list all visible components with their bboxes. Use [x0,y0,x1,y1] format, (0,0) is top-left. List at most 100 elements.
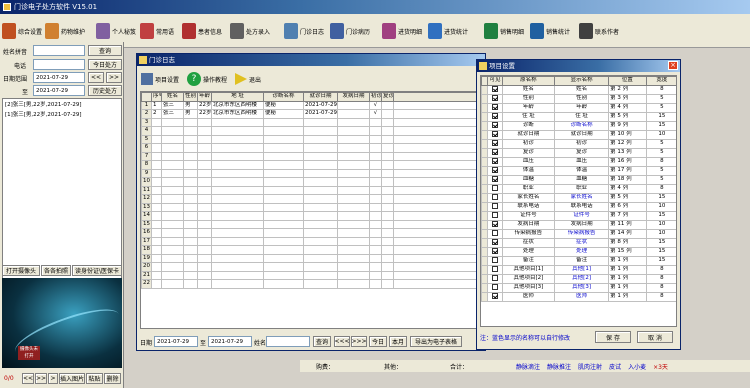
settings-row[interactable]: 体温 体温第 17 列5 [481,165,676,176]
table-cell[interactable] [263,202,304,212]
log-next-button[interactable]: >>> [351,336,367,347]
visible-checkbox[interactable] [492,284,499,290]
table-cell[interactable] [303,160,338,170]
settings-row[interactable]: 复诊 复诊第 13 列5 [481,147,676,158]
table-cell[interactable] [183,194,198,204]
log-month-button[interactable]: 本月 [389,336,407,347]
table-cell[interactable] [161,236,184,246]
toolbar-item-1[interactable]: 药物维护 [45,18,85,44]
visible-checkbox[interactable] [492,212,499,218]
table-cell[interactable] [381,151,394,161]
table-cell[interactable] [211,245,264,255]
table-cell[interactable] [337,262,370,272]
table-cell[interactable] [381,245,394,255]
table-cell[interactable] [161,160,184,170]
log-column-header[interactable]: 复诊 [381,92,394,102]
table-cell[interactable] [337,185,370,195]
position-cell[interactable]: 第 8 列 [608,237,647,248]
display-name-cell[interactable]: 证件号 [553,210,610,221]
visible-checkbox-cell[interactable] [487,201,503,212]
injection-link[interactable]: 静脉推注 [547,362,571,371]
position-cell[interactable]: 第 11 列 [608,219,647,230]
table-cell[interactable] [369,211,382,221]
position-cell[interactable]: 第 1 列 [608,291,647,302]
table-cell[interactable] [211,117,264,127]
table-cell[interactable] [151,279,162,289]
table-cell[interactable]: 2 [151,109,162,119]
table-cell[interactable] [381,270,394,280]
table-cell[interactable] [369,219,382,229]
table-cell[interactable] [381,168,394,178]
visible-checkbox-cell[interactable] [487,228,503,239]
table-cell[interactable] [183,185,198,195]
table-cell[interactable]: 22岁 [197,109,212,119]
table-cell[interactable] [381,177,394,187]
table-cell[interactable] [183,236,198,246]
visible-checkbox[interactable] [492,149,499,155]
table-cell[interactable] [381,228,394,238]
table-cell[interactable] [151,202,162,212]
table-cell[interactable] [151,236,162,246]
log-column-header[interactable]: 发病日期 [337,92,370,102]
table-cell[interactable] [211,134,264,144]
table-cell[interactable] [303,194,338,204]
visible-checkbox[interactable] [492,95,499,101]
table-cell[interactable] [263,228,304,238]
table-cell[interactable] [337,117,370,127]
visible-checkbox[interactable] [492,266,499,272]
read-id-card-button[interactable]: 读身份证\医保卡 [72,265,122,276]
table-row[interactable]: 7 [141,151,481,161]
table-row[interactable]: 5 [141,134,481,144]
table-cell[interactable] [211,228,264,238]
table-cell[interactable] [381,117,394,127]
injection-link[interactable]: 静脉滴注 [516,362,540,371]
history-prescription-button[interactable]: 历史处方 [88,85,122,96]
table-cell[interactable] [303,134,338,144]
table-cell[interactable] [263,270,304,280]
width-cell[interactable]: 8 [645,84,676,95]
days-label[interactable]: ×3天 [653,362,668,371]
table-row[interactable]: 3 [141,117,481,127]
visible-checkbox[interactable] [492,257,499,263]
visible-checkbox[interactable] [492,131,499,137]
table-cell[interactable] [151,262,162,272]
table-cell[interactable] [381,109,394,119]
delete-button[interactable]: 删除 [104,373,121,384]
table-row[interactable]: 14 [141,211,481,221]
position-cell[interactable]: 第 6 列 [608,201,647,212]
display-name-cell[interactable]: 其他[3] [553,282,610,293]
table-cell[interactable] [303,168,338,178]
log-date-from-input[interactable]: 2021-07-29 [154,336,198,347]
visible-checkbox-cell[interactable] [487,291,503,302]
position-cell[interactable]: 第 2 列 [608,84,647,95]
table-cell[interactable] [337,109,370,119]
table-cell[interactable] [151,168,162,178]
log-prev-button[interactable]: <<< [334,336,350,347]
paste-button[interactable]: 粘贴 [86,373,103,384]
width-cell[interactable]: 5 [645,147,676,158]
width-cell[interactable]: 8 [645,282,676,293]
visible-checkbox-cell[interactable] [487,156,503,167]
log-name-input[interactable] [266,336,310,347]
table-cell[interactable] [151,143,162,153]
table-cell[interactable] [381,160,394,170]
table-cell[interactable] [151,134,162,144]
settings-row[interactable]: 其他项目[2] 其他[2] 第 1 列8 [481,273,676,284]
date-from-input[interactable]: 2021-07-29 [33,72,85,83]
table-row[interactable]: 2 2 张三男 22岁 北京市东区西明楼 便秘 2021-07-29 √ [141,109,481,119]
table-cell[interactable] [381,126,394,136]
table-cell[interactable] [369,177,382,187]
table-cell[interactable] [197,253,212,263]
settings-row[interactable]: 姓名 姓名第 2 列8 [481,84,676,95]
visible-checkbox[interactable] [492,167,499,173]
table-cell[interactable] [161,228,184,238]
visible-checkbox[interactable] [492,185,499,191]
table-cell[interactable] [211,279,264,289]
table-cell[interactable] [263,279,304,289]
table-cell[interactable] [151,270,162,280]
table-cell[interactable] [263,177,304,187]
table-cell[interactable] [303,219,338,229]
table-cell[interactable] [183,253,198,263]
position-cell[interactable]: 第 1 列 [608,282,647,293]
settings-row[interactable]: 初诊 初诊第 12 列5 [481,138,676,149]
